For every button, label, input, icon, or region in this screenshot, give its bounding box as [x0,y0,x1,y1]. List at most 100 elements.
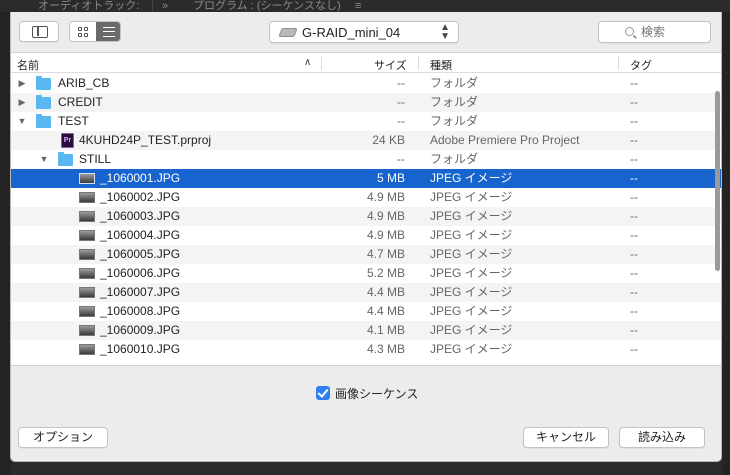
folder-row-still[interactable]: ▼ STILL -- フォルダ -- [11,150,721,169]
file-size: 4.9 MB [366,209,405,223]
file-kind: JPEG イメージ [430,266,513,280]
jpeg-thumbnail-icon [79,249,95,260]
file-kind: JPEG イメージ [430,285,513,299]
file-tag: -- [630,323,638,337]
file-row[interactable]: _1060002.JPG 4.9 MB JPEG イメージ -- [11,188,721,207]
file-list: ▶ ARIB_CB -- フォルダ -- ▶ CREDIT -- フォルダ --… [11,74,721,359]
file-size: -- [397,95,405,109]
file-row[interactable]: _1060008.JPG 4.4 MB JPEG イメージ -- [11,302,721,321]
file-size: 4.4 MB [366,304,405,318]
image-sequence-checkbox[interactable] [316,386,330,400]
file-tag: -- [630,76,638,90]
sidebar-icon [32,26,48,38]
file-name: _1060002.JPG [100,190,181,204]
host-divider [152,0,153,12]
file-size: 4.7 MB [366,247,405,261]
folder-row-arib-cb[interactable]: ▶ ARIB_CB -- フォルダ -- [11,74,721,93]
toggle-sidebar-button[interactable] [19,21,59,42]
drive-icon [278,28,298,37]
file-tag: -- [630,190,638,204]
folder-icon [36,95,51,109]
cancel-button[interactable]: キャンセル [523,427,609,448]
file-row[interactable]: _1060007.JPG 4.4 MB JPEG イメージ -- [11,283,721,302]
file-name: ARIB_CB [58,76,110,90]
location-label: G-RAID_mini_04 [302,25,401,40]
file-name: _1060005.JPG [100,247,181,261]
file-name: _1060010.JPG [100,342,181,356]
file-kind: JPEG イメージ [430,228,513,242]
file-kind: Adobe Premiere Pro Project [430,133,580,147]
jpeg-thumbnail-icon [79,325,95,336]
folder-row-credit[interactable]: ▶ CREDIT -- フォルダ -- [11,93,721,112]
program-monitor-label: プログラム : (シーケンスなし) [193,0,341,12]
column-divider[interactable] [418,56,419,70]
file-tag: -- [630,285,638,299]
file-kind: JPEG イメージ [430,304,513,318]
file-size: 5 MB [376,171,405,185]
host-right-edge [722,12,730,475]
column-tag[interactable]: タグ [630,57,652,73]
file-row-prproj[interactable]: Pr 4KUHD24P_TEST.prproj 24 KB Adobe Prem… [11,131,721,150]
column-divider[interactable] [618,56,619,70]
file-kind: JPEG イメージ [430,342,513,356]
file-tag: -- [630,95,638,109]
search-input[interactable] [641,24,701,40]
file-tag: -- [630,247,638,261]
disclosure-expanded-icon[interactable]: ▼ [39,150,49,169]
column-header: 名前 ∧ サイズ 種類 タグ [11,53,721,73]
file-tag: -- [630,114,638,128]
panel-menu-icon[interactable]: ≡ [355,0,361,12]
file-name: _1060007.JPG [100,285,181,299]
view-mode-control [69,21,121,42]
jpeg-thumbnail-icon [79,306,95,317]
file-name: _1060008.JPG [100,304,181,318]
file-row-selected[interactable]: _1060001.JPG 5 MB JPEG イメージ -- [11,169,721,188]
file-row[interactable]: _1060003.JPG 4.9 MB JPEG イメージ -- [11,207,721,226]
jpeg-thumbnail-icon [79,344,95,355]
updown-chevron-icon: ▲ ▼ [440,22,450,42]
file-row[interactable]: _1060009.JPG 4.1 MB JPEG イメージ -- [11,321,721,340]
file-tag: -- [630,228,638,242]
host-panel-header: オーディオトラック: » プログラム : (シーケンスなし) ≡ [0,0,730,12]
disclosure-expanded-icon[interactable]: ▼ [17,112,27,131]
import-button[interactable]: 読み込み [619,427,705,448]
file-size: 4.1 MB [366,323,405,337]
jpeg-thumbnail-icon [79,230,95,241]
folder-row-test[interactable]: ▼ TEST -- フォルダ -- [11,112,721,131]
file-size: -- [397,76,405,90]
file-kind: フォルダ [430,114,479,128]
column-size[interactable]: サイズ [374,57,407,73]
file-row[interactable]: _1060005.JPG 4.7 MB JPEG イメージ -- [11,245,721,264]
image-sequence-label[interactable]: 画像シーケンス [335,385,418,402]
search-field[interactable] [598,21,711,43]
host-left-edge [0,12,10,475]
file-row[interactable]: _1060010.JPG 4.3 MB JPEG イメージ -- [11,340,721,359]
file-kind: JPEG イメージ [430,209,513,223]
jpeg-thumbnail-icon [79,268,95,279]
column-divider[interactable] [321,56,322,70]
disclosure-collapsed-icon[interactable]: ▶ [17,74,27,93]
dialog-toolbar: G-RAID_mini_04 ▲ ▼ [11,12,721,52]
file-tag: -- [630,133,638,147]
grid-icon [78,27,88,37]
vertical-scrollbar[interactable] [715,91,720,271]
folder-icon [36,76,51,90]
location-dropdown[interactable]: G-RAID_mini_04 ▲ ▼ [269,21,459,43]
column-kind[interactable]: 種類 [430,57,452,73]
file-size: 24 KB [372,133,405,147]
file-size: 4.3 MB [366,342,405,356]
list-view-button[interactable] [96,22,120,41]
sort-ascending-icon[interactable]: ∧ [304,57,311,68]
file-row[interactable]: _1060006.JPG 5.2 MB JPEG イメージ -- [11,264,721,283]
jpeg-thumbnail-icon [79,173,95,184]
icon-view-button[interactable] [70,22,96,41]
options-button[interactable]: オプション [18,427,108,448]
file-kind: フォルダ [430,76,479,90]
import-dialog: G-RAID_mini_04 ▲▼ 名前 ∧ サイズ 種類 タグ ▶ ARIB_… [10,12,722,462]
panel-overflow-chevron[interactable]: » [162,0,168,12]
file-tag: -- [630,152,638,166]
file-row[interactable]: _1060004.JPG 4.9 MB JPEG イメージ -- [11,226,721,245]
file-name: _1060004.JPG [100,228,181,242]
column-name[interactable]: 名前 [17,57,39,73]
disclosure-collapsed-icon[interactable]: ▶ [17,93,27,112]
